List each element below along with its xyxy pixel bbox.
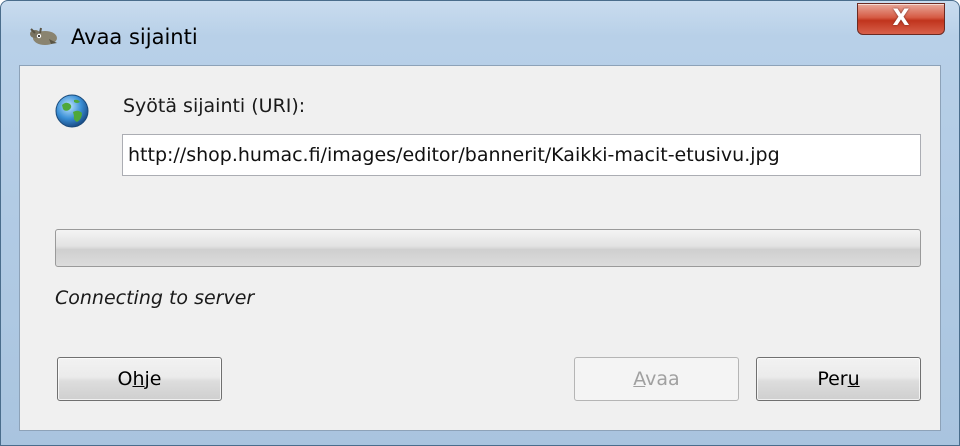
close-button[interactable]: X <box>857 3 945 35</box>
dialog-body: Syötä sijainti (URI): http://shop.humac.… <box>19 65 941 431</box>
title-bar[interactable]: Avaa sijainti X <box>1 1 959 51</box>
open-button[interactable]: Avaa <box>574 357 739 401</box>
cancel-button-mnemonic: u <box>847 368 860 390</box>
help-button-label-pre: O <box>117 368 133 390</box>
dialog-window: Avaa sijainti X Syötä sijainti (URI): ht… <box>0 0 960 446</box>
help-button-mnemonic: h <box>132 368 145 390</box>
uri-input[interactable]: http://shop.humac.fi/images/editor/banne… <box>122 134 921 176</box>
uri-label: Syötä sijainti (URI): <box>123 95 306 117</box>
window-title: Avaa sijainti <box>71 25 198 49</box>
open-button-mnemonic: A <box>633 368 646 390</box>
globe-icon <box>55 94 89 128</box>
status-text: Connecting to server <box>55 287 255 309</box>
cancel-button[interactable]: Peru <box>756 357 921 401</box>
gimp-wilber-icon <box>30 27 57 45</box>
cancel-button-label-pre: Per <box>817 368 848 390</box>
progress-bar <box>55 229 921 267</box>
close-icon: X <box>892 6 910 31</box>
help-button[interactable]: Ohje <box>57 357 222 401</box>
open-button-label-post: vaa <box>645 368 680 390</box>
help-button-label-post: je <box>144 368 162 390</box>
